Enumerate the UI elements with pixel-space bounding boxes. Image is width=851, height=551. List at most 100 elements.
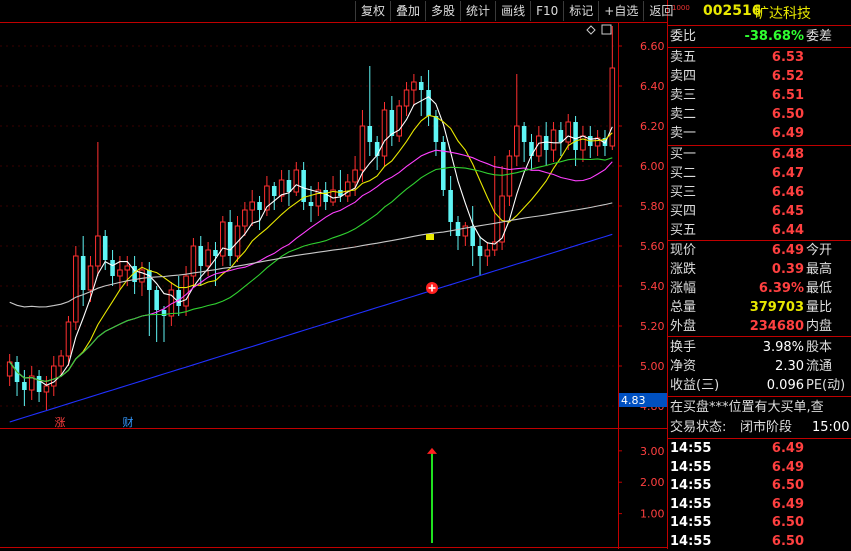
quote-panel: 1000 002516 旷达科技 委比 -38.68% 委差 卖五 6.53 卖四 6… xyxy=(668,0,851,549)
sell-price: 6.50 xyxy=(771,107,804,122)
yellow-signal-mark xyxy=(426,234,434,240)
toolbar-button-tongji[interactable]: 统计 xyxy=(460,1,495,21)
stat-right-label: 最低 xyxy=(806,281,833,296)
tick-row: 14:55 6.50 xyxy=(670,477,850,495)
stat2-row: 净资 2.30 流通 xyxy=(670,358,850,376)
sell-label: 卖五 xyxy=(670,50,697,65)
tick-row: 14:55 6.49 xyxy=(670,459,850,477)
tick-price: 6.50 xyxy=(771,515,804,530)
tick-row: 14:55 6.50 xyxy=(670,533,850,551)
tick-row: 14:55 6.49 xyxy=(670,496,850,514)
volume-tick-label: 1.00 xyxy=(640,508,665,521)
trade-state-row: 交易状态: 闭市阶段 15:00: xyxy=(670,420,851,435)
stat-row: 总量 379703 量比 xyxy=(670,299,850,317)
toolbar-button-huaxian[interactable]: 画线 xyxy=(495,1,530,21)
stat2-value: 2.30 xyxy=(775,359,804,374)
event-marker[interactable]: 涨 xyxy=(55,416,66,429)
sell-price: 6.53 xyxy=(771,50,804,65)
tick-row: 14:55 6.49 xyxy=(670,440,850,458)
sell-label: 卖二 xyxy=(670,107,697,122)
buy-row: 买二 6.47 xyxy=(670,165,850,183)
sell-row: 卖五 6.53 xyxy=(670,49,850,67)
tick-time: 14:55 xyxy=(670,478,712,493)
sell-label: 卖一 xyxy=(670,126,697,141)
buy-row: 买五 6.44 xyxy=(670,222,850,240)
toolbar-button-zixuan[interactable]: +自选 xyxy=(598,1,643,21)
price-tick-label: 5.60 xyxy=(640,240,665,253)
tick-time: 14:55 xyxy=(670,515,712,530)
stat-label: 外盘 xyxy=(670,319,697,334)
sell-price: 6.49 xyxy=(771,126,804,141)
buy-row: 买一 6.48 xyxy=(670,146,850,164)
stat2-label: 换手 xyxy=(670,340,697,355)
kline-chart[interactable]: 6.606.406.206.005.805.605.405.205.004.80… xyxy=(0,0,668,549)
stat2-right-label: 股本 xyxy=(806,340,833,355)
stat2-row: 收益(三) 0.096 PE(动) xyxy=(670,377,850,395)
stat-right-label: 量比 xyxy=(806,300,833,315)
stat-label: 总量 xyxy=(670,300,697,315)
stat-row: 现价 6.49 今开 xyxy=(670,242,850,260)
toolbar: 复权 叠加 多股 统计 画线 F10 标记 +自选 返回 xyxy=(355,1,678,21)
weibi-value: -38.68% xyxy=(744,29,804,44)
stat-right-label: 内盘 xyxy=(806,319,833,334)
tick-price: 6.49 xyxy=(771,459,804,475)
stat-label: 涨跌 xyxy=(670,262,697,277)
tick-price: 6.49 xyxy=(771,441,804,456)
buy-label: 买一 xyxy=(670,147,697,162)
toolbar-button-biaoji[interactable]: 标记 xyxy=(563,1,598,21)
stat2-right-label: 流通 xyxy=(806,359,833,374)
buy-label: 买三 xyxy=(670,185,697,200)
stat2-row: 换手 3.98% 股本 xyxy=(670,339,850,357)
price-tick-label: 5.40 xyxy=(640,280,665,293)
sell-row: 卖四 6.52 xyxy=(670,68,850,86)
toolbar-button-f10[interactable]: F10 xyxy=(530,1,563,21)
stat-value: 6.49 xyxy=(771,243,804,258)
sell-label: 卖三 xyxy=(670,88,697,103)
buy-row: 买四 6.45 xyxy=(670,203,850,221)
tick-time: 14:55 xyxy=(670,441,712,456)
weibi-row: 委比 -38.68% 委差 xyxy=(670,29,833,44)
candle xyxy=(73,246,79,330)
stat2-value: 0.096 xyxy=(766,378,804,393)
buy-price: 6.46 xyxy=(771,185,804,200)
current-price-marker-label: 4.83 xyxy=(621,394,646,407)
sell-row: 卖二 6.50 xyxy=(670,106,850,124)
sell-row: 卖三 6.51 xyxy=(670,87,850,105)
toolbar-button-diejia[interactable]: 叠加 xyxy=(390,1,425,21)
candle xyxy=(441,136,446,196)
price-tick-label: 5.80 xyxy=(640,200,665,213)
buy-row: 买三 6.46 xyxy=(670,184,850,202)
stat-value: 0.39 xyxy=(771,262,804,277)
toolbar-button-duogu[interactable]: 多股 xyxy=(425,1,460,21)
candle xyxy=(381,102,388,166)
stat2-label: 净资 xyxy=(670,359,697,374)
price-tick-label: 5.00 xyxy=(640,360,665,373)
price-tick-label: 6.60 xyxy=(640,40,665,53)
buy-price: 6.48 xyxy=(771,147,804,162)
tick-time: 14:55 xyxy=(670,533,712,549)
stat-value: 234680 xyxy=(749,319,804,334)
code-tag: 1000 xyxy=(672,4,690,12)
tick-price: 6.50 xyxy=(771,478,804,493)
price-tick-label: 6.40 xyxy=(640,80,665,93)
sell-row: 卖一 6.49 xyxy=(670,125,850,143)
tick-row: 14:55 6.50 xyxy=(670,514,850,532)
event-marker[interactable]: 财 xyxy=(123,415,134,429)
buy-price: 6.47 xyxy=(771,166,804,181)
stat-value: 379703 xyxy=(749,300,804,315)
stat2-right-label: PE(动) xyxy=(806,378,846,393)
toolbar-button-fuquan[interactable]: 复权 xyxy=(355,1,390,21)
stat-row: 涨幅 6.39% 最低 xyxy=(670,280,850,298)
stat-label: 涨幅 xyxy=(670,281,697,296)
price-tick-label: 6.00 xyxy=(640,160,665,173)
sell-price: 6.52 xyxy=(771,69,804,84)
stat-right-label: 今开 xyxy=(806,243,833,258)
candle xyxy=(396,100,402,142)
tick-time: 14:55 xyxy=(670,496,712,512)
tick-price: 6.49 xyxy=(771,496,804,512)
stock-code: 002516 xyxy=(703,3,762,19)
buy-label: 买五 xyxy=(670,223,697,238)
volume-tick-label: 3.00 xyxy=(640,445,665,458)
buy-label: 买二 xyxy=(670,166,697,181)
chart-bg xyxy=(0,0,668,549)
